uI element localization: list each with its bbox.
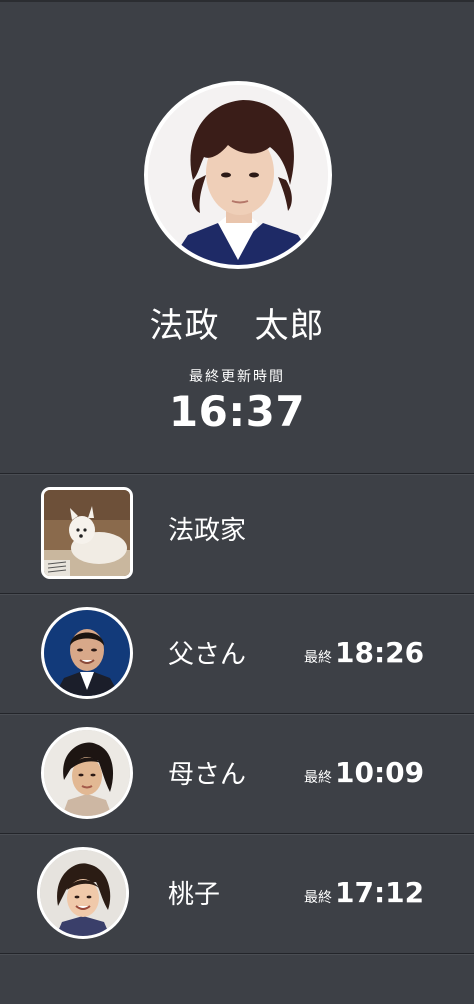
last-seen-time: 18:26 [335, 636, 425, 669]
dog-photo-icon [44, 490, 130, 576]
avatar [41, 607, 133, 699]
list-item-family[interactable]: 法政家 [0, 474, 474, 593]
list-item-name: 父さん [168, 640, 247, 670]
last-seen-label: 最終 [304, 890, 332, 906]
list-item-name: 母さん [168, 760, 247, 790]
list-item-name: 桃子 [168, 880, 221, 910]
woman-portrait-icon [44, 730, 130, 816]
profile-avatar[interactable] [144, 81, 332, 269]
last-seen: 最終 10:09 [304, 757, 424, 789]
last-updated-time: 16:37 [168, 387, 306, 436]
last-seen: 最終 17:12 [304, 877, 424, 909]
profile-header: 法政 太郎 最終更新時間 16:37 [0, 0, 474, 473]
list-item-daughter[interactable]: 桃子 最終 17:12 [0, 834, 474, 953]
avatar [41, 727, 133, 819]
list-item-father[interactable]: 父さん 最終 18:26 [0, 594, 474, 713]
avatar [41, 487, 133, 579]
young-man-portrait-icon [148, 85, 328, 265]
profile-name: 法政 太郎 [149, 306, 325, 346]
last-updated-label: 最終更新時間 [189, 369, 285, 385]
divider [0, 953, 474, 954]
list-item-name: 法政家 [168, 516, 247, 546]
last-seen-label: 最終 [304, 650, 332, 666]
avatar [37, 847, 129, 939]
last-seen-label: 最終 [304, 770, 332, 786]
last-seen: 最終 18:26 [304, 637, 424, 669]
girl-portrait-icon [40, 850, 126, 936]
last-seen-time: 10:09 [335, 756, 425, 789]
list-item-mother[interactable]: 母さん 最終 10:09 [0, 714, 474, 833]
man-portrait-icon [44, 610, 130, 696]
last-seen-time: 17:12 [335, 876, 425, 909]
app-screen: 法政 太郎 最終更新時間 16:37 法政家 父さん 最終 18:26 母さん … [0, 0, 474, 1004]
